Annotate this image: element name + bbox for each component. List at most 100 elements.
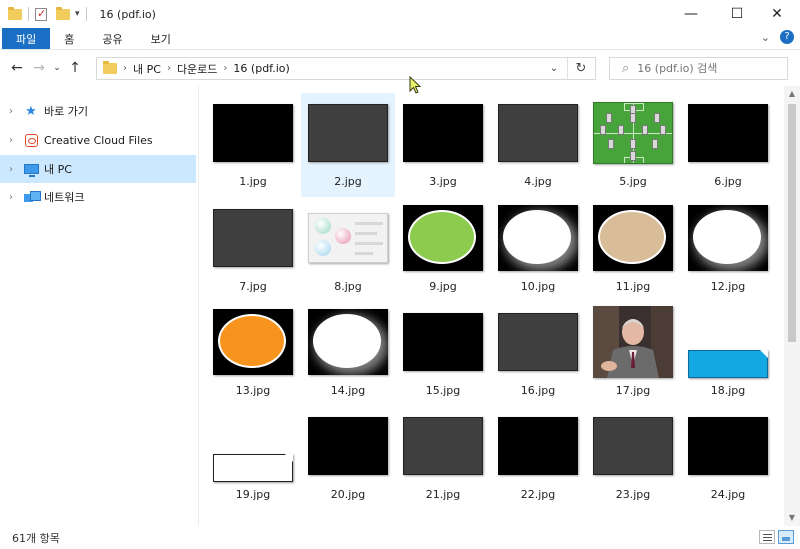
file-item[interactable]: 9.jpg bbox=[396, 198, 490, 302]
nav-item-label: 네트워크 bbox=[44, 191, 85, 204]
player-figure bbox=[606, 113, 612, 123]
file-item[interactable]: 23.jpg bbox=[586, 406, 680, 510]
nav-item-this-pc[interactable]: › 내 PC bbox=[0, 155, 196, 183]
search-box[interactable]: ⌕ bbox=[609, 57, 788, 80]
file-thumbnail bbox=[491, 302, 585, 382]
address-bar[interactable]: › 내 PC › 다운로드 › 16 (pdf.io) ⌄ ↻ bbox=[96, 57, 596, 80]
diagram-line bbox=[355, 252, 373, 255]
tab-share[interactable]: 공유 bbox=[88, 28, 136, 49]
nav-item-creative-cloud[interactable]: › Creative Cloud Files bbox=[0, 126, 196, 154]
nav-item-quick-access[interactable]: › ★ 바로 가기 bbox=[0, 97, 196, 125]
thumbnail-image bbox=[593, 417, 673, 475]
expand-chevron-icon[interactable]: › bbox=[0, 164, 22, 175]
breadcrumb-this-pc[interactable]: 내 PC bbox=[133, 61, 161, 77]
thumbnail-image bbox=[308, 213, 388, 263]
scrollbar-thumb[interactable] bbox=[788, 104, 796, 342]
large-icons-view-icon[interactable] bbox=[778, 530, 794, 544]
chevron-right-icon[interactable]: › bbox=[123, 63, 127, 74]
file-grid: 1.jpg 2.jpg 3.jpg 4.jpg 5.jpg 6.jpg 7.jpg 8.jpg… bbox=[200, 86, 784, 526]
ellipse-shape bbox=[503, 210, 571, 264]
chevron-down-icon[interactable]: ⌄ bbox=[541, 63, 567, 74]
refresh-icon[interactable]: ↻ bbox=[567, 58, 594, 79]
nav-item-label: 바로 가기 bbox=[44, 105, 88, 118]
tab-home[interactable]: 홈 bbox=[50, 28, 88, 49]
file-thumbnail bbox=[206, 302, 300, 382]
file-item[interactable]: 18.jpg bbox=[681, 302, 775, 406]
ribbon-tabs: 파일 홈 공유 보기 ⌄ ? bbox=[0, 28, 800, 50]
details-view-icon[interactable] bbox=[759, 530, 775, 544]
file-name: 12.jpg bbox=[710, 280, 746, 293]
file-item[interactable]: 21.jpg bbox=[396, 406, 490, 510]
file-item[interactable]: 8.jpg bbox=[301, 198, 395, 302]
expand-chevron-icon[interactable]: › bbox=[0, 135, 22, 146]
file-item[interactable]: 5.jpg bbox=[586, 93, 680, 197]
file-item[interactable]: 22.jpg bbox=[491, 406, 585, 510]
back-arrow-icon[interactable]: ← bbox=[6, 60, 28, 76]
thumbnail-image bbox=[213, 104, 293, 162]
ellipse-shape bbox=[693, 210, 761, 264]
scroll-down-icon[interactable]: ▼ bbox=[784, 510, 800, 526]
file-item[interactable]: 3.jpg bbox=[396, 93, 490, 197]
breadcrumb-downloads[interactable]: 다운로드 bbox=[177, 61, 217, 77]
tab-view[interactable]: 보기 bbox=[137, 28, 185, 49]
thumbnail-image bbox=[498, 417, 578, 475]
expand-chevron-icon[interactable]: › bbox=[0, 192, 22, 203]
file-item[interactable]: 10.jpg bbox=[491, 198, 585, 302]
file-item[interactable]: 17.jpg bbox=[586, 302, 680, 406]
file-item[interactable]: 16.jpg bbox=[491, 302, 585, 406]
file-item[interactable]: 14.jpg bbox=[301, 302, 395, 406]
file-item[interactable]: 7.jpg bbox=[206, 198, 300, 302]
nav-item-label: Creative Cloud Files bbox=[44, 133, 153, 147]
file-name: 23.jpg bbox=[615, 488, 651, 501]
thumbnail-image bbox=[403, 417, 483, 475]
customize-toolbar-icon[interactable]: ▾ bbox=[75, 9, 80, 19]
file-item[interactable]: 2.jpg bbox=[301, 93, 395, 197]
player-figure bbox=[600, 125, 606, 135]
file-name: 24.jpg bbox=[710, 488, 746, 501]
file-item[interactable]: 24.jpg bbox=[681, 406, 775, 510]
up-arrow-icon[interactable]: ↑ bbox=[64, 60, 86, 76]
close-button[interactable]: ✕ bbox=[754, 0, 800, 28]
file-item[interactable]: 11.jpg bbox=[586, 198, 680, 302]
breadcrumb-current-folder[interactable]: 16 (pdf.io) bbox=[233, 62, 289, 75]
file-item[interactable]: 20.jpg bbox=[301, 406, 395, 510]
file-name: 6.jpg bbox=[714, 175, 742, 188]
thumbnail-image bbox=[403, 104, 483, 162]
file-thumbnail bbox=[586, 302, 680, 382]
file-name: 14.jpg bbox=[330, 384, 366, 397]
vertical-scrollbar[interactable]: ▲ ▼ bbox=[784, 86, 800, 526]
file-thumbnail bbox=[681, 198, 775, 278]
file-item[interactable]: 4.jpg bbox=[491, 93, 585, 197]
title-bar: ▾ 16 (pdf.io) — ☐ ✕ bbox=[0, 0, 800, 28]
player-figure bbox=[630, 139, 636, 149]
folder-icon[interactable] bbox=[8, 6, 22, 20]
expand-ribbon-icon[interactable]: ⌄ bbox=[761, 31, 770, 44]
chevron-right-icon[interactable]: › bbox=[223, 63, 227, 74]
recent-locations-icon[interactable]: ⌄ bbox=[50, 63, 64, 73]
scroll-up-icon[interactable]: ▲ bbox=[784, 86, 800, 102]
file-thumbnail bbox=[491, 198, 585, 278]
chevron-right-icon[interactable]: › bbox=[167, 63, 171, 74]
new-folder-icon[interactable] bbox=[56, 6, 70, 20]
file-item[interactable]: 15.jpg bbox=[396, 302, 490, 406]
file-thumbnail bbox=[491, 406, 585, 486]
nav-item-network[interactable]: › 네트워크 bbox=[0, 183, 196, 211]
file-item[interactable]: 12.jpg bbox=[681, 198, 775, 302]
search-input[interactable] bbox=[637, 62, 778, 75]
file-item[interactable]: 19.jpg bbox=[206, 406, 300, 510]
thumbnail-image bbox=[688, 350, 768, 378]
diagram-circle bbox=[315, 240, 331, 256]
properties-icon[interactable] bbox=[35, 7, 47, 21]
forward-arrow-icon[interactable]: → bbox=[28, 60, 50, 76]
file-item[interactable]: 13.jpg bbox=[206, 302, 300, 406]
file-item[interactable]: 6.jpg bbox=[681, 93, 775, 197]
expand-chevron-icon[interactable]: › bbox=[0, 106, 22, 117]
ellipse-shape bbox=[218, 314, 286, 368]
thumbnail-image bbox=[498, 104, 578, 162]
file-thumbnail bbox=[206, 93, 300, 173]
diagram-circle bbox=[315, 218, 331, 234]
tab-file[interactable]: 파일 bbox=[2, 28, 51, 49]
file-item[interactable]: 1.jpg bbox=[206, 93, 300, 197]
minimize-button[interactable]: — bbox=[668, 0, 714, 28]
help-icon[interactable]: ? bbox=[780, 30, 794, 44]
